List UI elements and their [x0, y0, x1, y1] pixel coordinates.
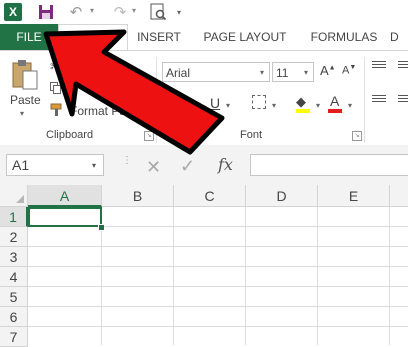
gridline [28, 326, 408, 327]
gridline [389, 207, 390, 345]
font-name-select[interactable]: Arial [162, 62, 270, 82]
worksheet-grid: A B C D E 1 2 3 4 5 6 7 [0, 185, 408, 347]
group-divider [156, 57, 157, 143]
undo-dropdown-icon[interactable]: ▾ [90, 6, 94, 15]
paste-button[interactable]: Paste [10, 93, 41, 107]
row-header-3[interactable]: 3 [0, 247, 28, 267]
fill-handle[interactable] [98, 224, 105, 231]
cut-icon[interactable]: ✂ [50, 59, 61, 75]
format-painter-icon[interactable] [50, 103, 64, 117]
fill-color-swatch [296, 109, 310, 113]
group-divider [364, 57, 365, 143]
font-color-dropdown-icon[interactable]: ▾ [348, 101, 352, 110]
grow-font-icon[interactable]: A▲ [320, 63, 336, 78]
column-header-d[interactable]: D [246, 185, 318, 207]
column-header-b[interactable]: B [102, 185, 174, 207]
clipboard-launcher-icon[interactable]: ↘ [144, 131, 154, 141]
resize-handle-icon[interactable]: ⋮ [122, 156, 132, 166]
column-header-c[interactable]: C [174, 185, 246, 207]
formula-input[interactable] [250, 154, 408, 176]
paste-dropdown-icon[interactable]: ▾ [20, 109, 24, 118]
tab-formulas[interactable]: FORMULAS [298, 24, 390, 50]
underline-button[interactable]: U [210, 95, 220, 111]
redo-icon[interactable]: ↷ [108, 3, 132, 21]
center-align-icon[interactable] [398, 95, 408, 105]
fill-color-dropdown-icon[interactable]: ▾ [316, 101, 320, 110]
shrink-font-icon[interactable]: A▼ [342, 64, 356, 77]
tab-file[interactable]: FILE [0, 24, 58, 50]
font-group-label: Font [240, 129, 263, 141]
enter-icon[interactable]: ✓ [180, 156, 195, 177]
format-painter-button[interactable]: Format Painter [70, 104, 149, 118]
column-header-f[interactable] [390, 185, 408, 207]
customize-qat-icon[interactable]: ▾ [174, 3, 184, 21]
print-preview-icon[interactable] [148, 3, 168, 21]
formula-bar: A1 ▾ ⋮ ✕ ✓ fx [0, 145, 408, 185]
gridline [28, 266, 408, 267]
tab-home[interactable]: HOME [58, 24, 128, 52]
insert-function-icon[interactable]: fx [218, 155, 233, 174]
quick-access-toolbar: X ↶ ▾ ↷ ▾ ▾ [0, 0, 408, 24]
font-launcher-icon[interactable]: ↘ [352, 131, 362, 141]
borders-icon[interactable] [252, 95, 266, 109]
excel-logo-icon[interactable]: X [4, 3, 22, 21]
tab-data[interactable]: D [390, 24, 408, 50]
column-header-e[interactable]: E [318, 185, 390, 207]
middle-align-icon[interactable] [398, 61, 408, 71]
name-box-dropdown-icon[interactable]: ▾ [92, 161, 96, 170]
font-name-dropdown-icon[interactable]: ▾ [260, 68, 264, 77]
tab-insert[interactable]: INSERT [126, 24, 192, 50]
tab-page-layout[interactable]: PAGE LAYOUT [192, 24, 298, 50]
fill-color-icon[interactable]: ◆ [296, 94, 306, 110]
copy-button[interactable]: opy [84, 81, 103, 95]
borders-dropdown-icon[interactable]: ▾ [272, 101, 276, 110]
name-box[interactable]: A1 [6, 154, 104, 176]
column-header-a[interactable]: A [28, 185, 102, 207]
row-header-2[interactable]: 2 [0, 227, 28, 247]
row-header-4[interactable]: 4 [0, 267, 28, 287]
clipboard-group-label: Clipboard [46, 129, 94, 141]
align-left-icon[interactable] [372, 95, 386, 105]
ribbon: Paste ▾ ✂ opy Format Painter Clipboard ↘… [0, 50, 408, 147]
row-header-7[interactable]: 7 [0, 327, 28, 347]
gridline [28, 286, 408, 287]
font-color-icon[interactable]: A [330, 93, 339, 109]
active-cell-a1[interactable] [28, 207, 102, 227]
select-all-button[interactable] [0, 185, 28, 207]
gridline [317, 207, 318, 345]
row-header-5[interactable]: 5 [0, 287, 28, 307]
row-header-1[interactable]: 1 [0, 207, 28, 227]
ribbon-tabs: FILE HOME INSERT PAGE LAYOUT FORMULAS D [0, 24, 408, 52]
save-icon[interactable] [38, 3, 54, 21]
redo-dropdown-icon[interactable]: ▾ [132, 6, 136, 15]
copy-icon[interactable] [50, 81, 62, 94]
gridline [28, 306, 408, 307]
cancel-icon[interactable]: ✕ [146, 157, 161, 178]
row-header-6[interactable]: 6 [0, 307, 28, 327]
gridline [28, 246, 408, 247]
underline-dropdown-icon[interactable]: ▾ [226, 101, 230, 110]
font-size-dropdown-icon[interactable]: ▾ [304, 68, 308, 77]
paste-icon[interactable] [10, 59, 40, 95]
font-color-swatch [328, 109, 342, 113]
gridline [173, 207, 174, 345]
top-align-icon[interactable] [372, 61, 386, 71]
undo-icon[interactable]: ↶ [64, 3, 88, 21]
gridline [245, 207, 246, 345]
